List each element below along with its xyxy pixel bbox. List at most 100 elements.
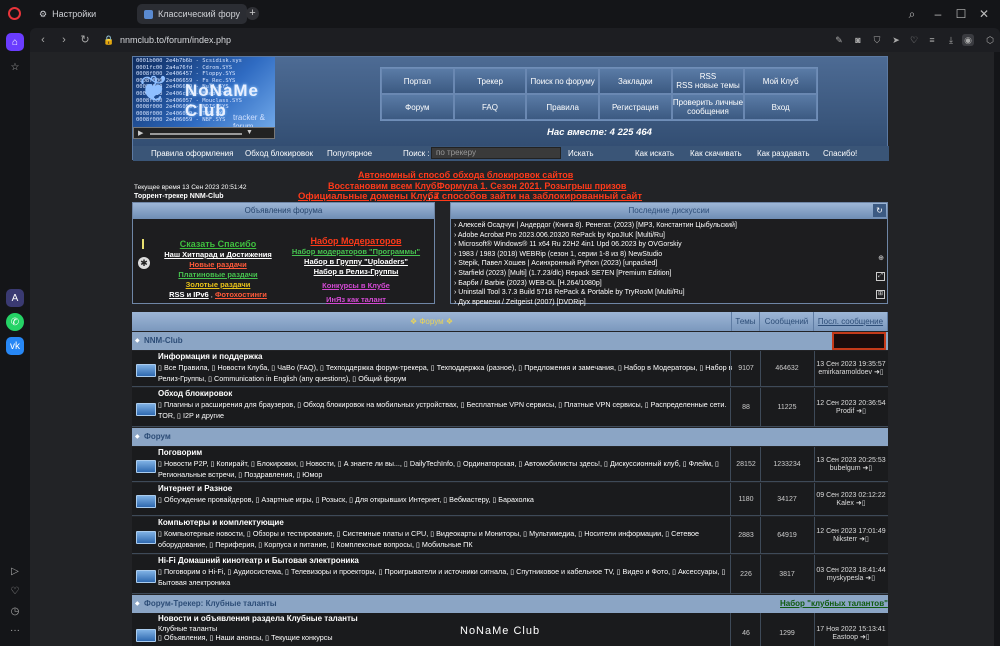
last-post-user-name[interactable]: emirkaramoldoev	[818, 369, 872, 376]
subforum-link[interactable]: ▯ Набор в Модераторы,	[618, 363, 699, 372]
subforum-link[interactable]: ▯ I2P и другие	[177, 411, 224, 420]
forum-title[interactable]: Поговорим	[158, 448, 202, 457]
play-icon[interactable]: ▶	[138, 129, 143, 137]
goto-post-icon[interactable]: ➜▯	[858, 634, 870, 641]
subforum-link[interactable]: ▯ Видеокарты и Мониторы,	[430, 529, 523, 538]
subforum-link[interactable]: ▯ Аксессуары,	[672, 567, 721, 576]
discussion-item[interactable]: › Uninstall Tool 3.7.3 Build 5718 RePack…	[454, 288, 874, 298]
goto-post-icon[interactable]: ➜▯	[863, 575, 875, 582]
subforum-link[interactable]: ▯ Комплексные вопросы,	[330, 540, 416, 549]
announce-link[interactable]: Набор Модераторов	[311, 236, 402, 246]
heart-icon[interactable]: ♡	[6, 582, 24, 600]
home-icon[interactable]: ⌂	[6, 33, 24, 51]
subforum-link[interactable]: ▯ Вебмастеру,	[443, 495, 492, 504]
forum-row[interactable]: Компьютеры и комплектующие ▯ Компьютерные…	[132, 517, 888, 554]
subforum-link[interactable]: ▯ Ординаторская,	[457, 459, 518, 468]
header-nav-item[interactable]: Проверить личные сообщения	[671, 94, 745, 120]
site-logo[interactable]: 0001b000 2e4b7b6b - Scsidisk.sys 0001fc0…	[133, 57, 275, 127]
aria-icon[interactable]: A	[6, 289, 24, 307]
forum-row[interactable]: Обход блокировок ▯ Плагины и расширения д…	[132, 388, 888, 427]
subforum-link[interactable]: ▯ Дискуссионный клуб,	[604, 459, 683, 468]
discussion-item[interactable]: › Барби / Barbie (2023) WEB-DL [H.264/10…	[454, 279, 874, 289]
goto-post-icon[interactable]: ➜▯	[872, 369, 884, 376]
extensions-icon[interactable]: ⬡	[984, 34, 996, 46]
notice-ways[interactable]: 7 способов зайти на заблокированный сайт	[434, 191, 642, 202]
back-icon[interactable]: ‹	[36, 33, 50, 47]
subforum-link[interactable]: ▯ Компьютерные новости,	[158, 529, 247, 538]
subforum-link[interactable]: ▯ Видео и Фото,	[617, 567, 672, 576]
last-post-user-name[interactable]: Kalex	[836, 500, 854, 507]
bypass-link[interactable]: Обход блокировок	[245, 149, 313, 158]
announce-link[interactable]: Набор модераторов "Программы"	[292, 247, 420, 256]
header-nav-item[interactable]: Регистрация	[598, 94, 672, 120]
category-talents[interactable]: ◆ Форум-Трекер: Клубные таланты Набор "к…	[132, 595, 888, 613]
tab-settings[interactable]: ⚙ Настройки	[32, 4, 132, 24]
last-post-user-name[interactable]: Prodif	[836, 408, 854, 415]
subforum-link[interactable]: ▯ Предложения и замечания,	[518, 363, 618, 372]
last-post-user[interactable]: Eastoop ➜▯	[815, 634, 887, 642]
collapse-icon[interactable]: ⊞	[876, 290, 885, 299]
announce-link[interactable]: Конкурсы в Клубе	[322, 281, 390, 290]
last-post-user[interactable]: Prodif ➜▯	[815, 408, 887, 416]
last-post-user[interactable]: emirkaramoldoev ➜▯	[815, 369, 887, 377]
maximize-button[interactable]: ☐	[953, 6, 969, 22]
forum-title[interactable]: Компьютеры и комплектующие	[158, 518, 284, 527]
discussion-item[interactable]: › Starfield (2023) [Multi] (1.7.23/dlc) …	[454, 269, 874, 279]
how-download-link[interactable]: Как скачивать	[690, 149, 742, 158]
new-tab-button[interactable]: +	[246, 7, 259, 20]
subforum-link[interactable]: ▯ Обход блокировок на мобильных устройст…	[297, 400, 460, 409]
camera-icon[interactable]: ◙	[852, 34, 864, 46]
subforum-link[interactable]: ▯ Системные платы и CPU,	[337, 529, 431, 538]
expand-icon[interactable]: ⤢	[876, 272, 885, 281]
play-icon[interactable]: ▷	[6, 562, 24, 580]
subforum-link[interactable]: ▯ Communication in English (any question…	[208, 374, 352, 383]
subforum-link[interactable]: ▯ Плагины и расширения для браузеров,	[158, 400, 297, 409]
discussion-item[interactable]: › Adobe Acrobat Pro 2023.006.20320 RePac…	[454, 231, 874, 241]
header-nav-item[interactable]: FAQ	[453, 94, 527, 120]
header-nav-item[interactable]: Закладки	[598, 68, 672, 94]
account-icon[interactable]: ◉	[962, 34, 974, 46]
star-icon[interactable]: ☆	[6, 58, 24, 76]
announce-link[interactable]: Платиновые раздачи	[178, 270, 257, 279]
vk-icon[interactable]: vk	[6, 337, 24, 355]
forum-row[interactable]: Интернет и Разное ▯ Обсуждение провайдеро…	[132, 483, 888, 516]
shield-icon[interactable]: ⛉	[871, 34, 883, 46]
search-tabs-icon[interactable]: ⌕	[904, 6, 920, 22]
send-icon[interactable]: ➤	[890, 34, 902, 46]
player-progress[interactable]	[150, 133, 242, 135]
lock-icon[interactable]: 🔒	[102, 33, 116, 47]
last-post-user-name[interactable]: myskypesla	[827, 575, 864, 582]
last-post-user[interactable]: Kalex ➜▯	[815, 500, 887, 508]
subforum-link[interactable]: ▯ Телевизоры и проекторы,	[285, 567, 379, 576]
announce-link[interactable]: Фотохостинги	[215, 290, 267, 299]
goto-post-icon[interactable]: ➜▯	[854, 500, 866, 507]
subforum-link[interactable]: ▯ Флейм,	[683, 459, 715, 468]
subforum-link[interactable]: ▯ Новости Клуба,	[212, 363, 272, 372]
notice-f1[interactable]: Формула 1. Сезон 2021. Розыгрыш призов	[437, 181, 626, 191]
subforum-link[interactable]: ▯ Копирайт,	[210, 459, 251, 468]
subforum-link[interactable]: ▯ Новости P2P,	[158, 459, 210, 468]
close-button[interactable]: ✕	[976, 6, 992, 22]
opera-logo-icon[interactable]	[8, 7, 21, 20]
subforum-link[interactable]: ▯ Обсуждение провайдеров,	[158, 495, 255, 504]
subforum-link[interactable]: ▯ Барахолка	[492, 495, 534, 504]
subforum-link[interactable]: ▯ Новости,	[300, 459, 338, 468]
announce-link[interactable]: ИнЯз как талант	[326, 295, 386, 304]
subforum-link[interactable]: ▯ Поговорим о Hi-Fi,	[158, 567, 227, 576]
discussion-item[interactable]: › 1983 / 1983 (2018) WEBRip (сезон 1, се…	[454, 250, 874, 260]
last-post-user-name[interactable]: Niksterr	[833, 536, 857, 543]
last-post-user[interactable]: Niksterr ➜▯	[815, 536, 887, 544]
last-post-user[interactable]: myskypesla ➜▯	[815, 575, 887, 583]
whatsapp-icon[interactable]: ✆	[6, 313, 24, 331]
subforum-link[interactable]: ▯ Мультимедиа,	[523, 529, 578, 538]
forum-title[interactable]: Новости и объявления раздела Клубные тал…	[158, 614, 358, 623]
subforum-link[interactable]: ▯ Поздравления,	[238, 470, 296, 479]
discussion-item[interactable]: › Алексей Осадчук | Андердог (Книга 8). …	[454, 221, 874, 231]
forum-row[interactable]: Hi-Fi Домашний кинотеатр и Бытовая элект…	[132, 555, 888, 594]
heart-icon[interactable]: ♡	[908, 34, 920, 46]
forum-title[interactable]: Информация и поддержка	[158, 352, 262, 361]
forum-title[interactable]: Hi-Fi Домашний кинотеатр и Бытовая элект…	[158, 556, 359, 565]
forum-title[interactable]: Обход блокировок	[158, 389, 232, 398]
notice-domains[interactable]: Официальные домены Клуба	[298, 191, 439, 202]
subforum-link[interactable]: ▯ Для открывших Интернет,	[349, 495, 443, 504]
